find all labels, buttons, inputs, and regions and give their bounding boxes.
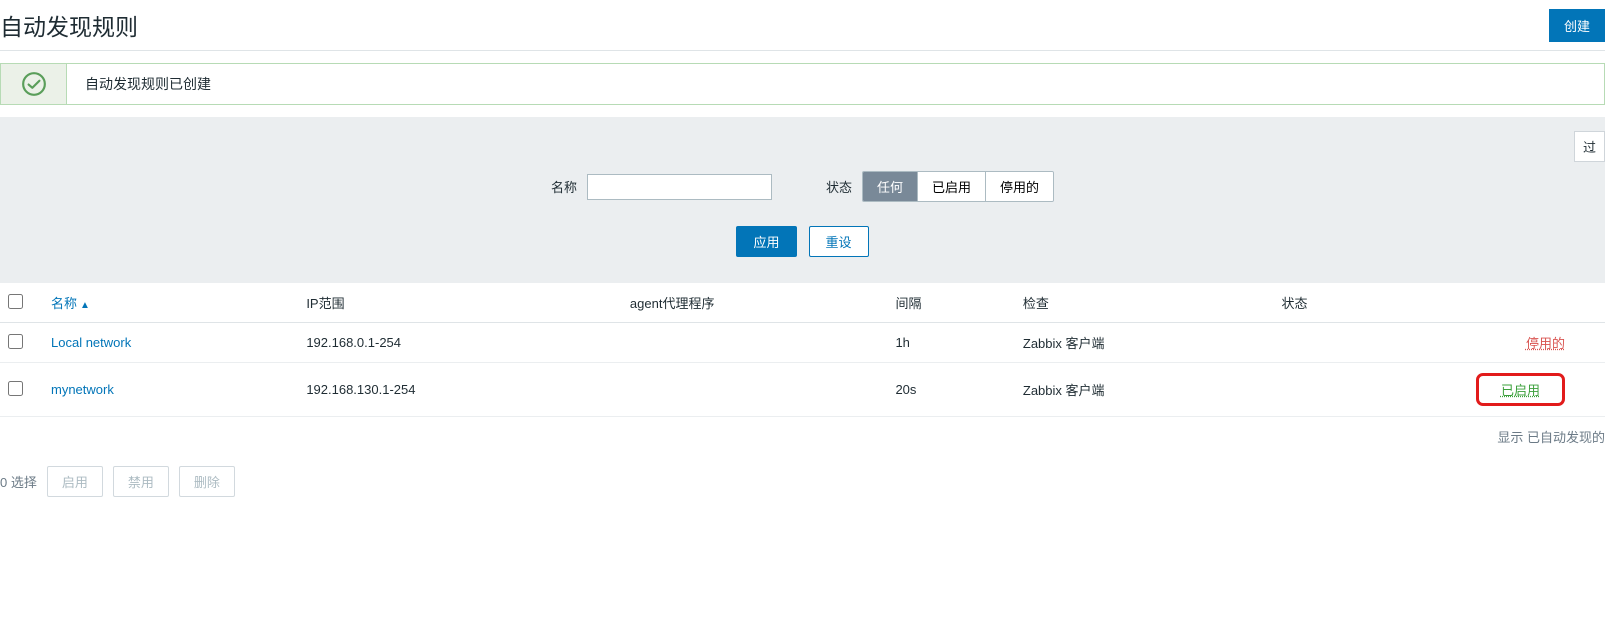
- status-toggle-link[interactable]: 已启用: [1501, 383, 1540, 398]
- cell-check: Zabbix 客户端: [1009, 363, 1268, 417]
- row-checkbox[interactable]: [8, 334, 23, 349]
- create-rule-button[interactable]: 创建: [1549, 9, 1605, 42]
- col-name-header[interactable]: 名称▲: [37, 283, 292, 323]
- col-iprange-header: IP范围: [292, 283, 616, 323]
- status-button-group: 任何 已启用 停用的: [862, 171, 1054, 202]
- cell-interval: 1h: [881, 323, 1008, 363]
- page-title: 自动发现规则: [0, 8, 138, 42]
- bulk-disable-button[interactable]: 禁用: [113, 466, 169, 497]
- filter-name-label: 名称: [551, 177, 577, 196]
- rule-name-link[interactable]: Local network: [51, 335, 131, 350]
- filter-status-label: 状态: [826, 177, 852, 196]
- cell-agent: [616, 323, 882, 363]
- filter-toggle-button[interactable]: 过: [1574, 131, 1605, 162]
- cell-iprange: 192.168.130.1-254: [292, 363, 616, 417]
- display-count-info: 显示 已自动发现的: [0, 417, 1605, 464]
- check-circle-icon: [1, 64, 67, 104]
- status-enabled-button[interactable]: 已启用: [918, 172, 986, 201]
- bulk-delete-button[interactable]: 删除: [179, 466, 235, 497]
- status-any-button[interactable]: 任何: [863, 172, 918, 201]
- success-alert: 自动发现规则已创建: [0, 63, 1605, 105]
- table-row: Local network 192.168.0.1-254 1hZabbix 客户端…: [0, 323, 1605, 363]
- rule-name-link[interactable]: mynetwork: [51, 382, 114, 397]
- cell-check: Zabbix 客户端: [1009, 323, 1268, 363]
- col-agent-header: agent代理程序: [616, 283, 882, 323]
- sort-asc-icon: ▲: [80, 300, 90, 311]
- filter-name-input[interactable]: [587, 174, 772, 200]
- apply-button[interactable]: 应用: [736, 226, 796, 257]
- col-interval-header: 间隔: [881, 283, 1008, 323]
- selected-count: 0 选择: [0, 472, 37, 491]
- rules-table: 名称▲ IP范围 agent代理程序 间隔 检查 状态 Local networ…: [0, 283, 1605, 417]
- bulk-enable-button[interactable]: 启用: [47, 466, 103, 497]
- row-checkbox[interactable]: [8, 381, 23, 396]
- reset-button[interactable]: 重设: [809, 226, 869, 257]
- status-disabled-button[interactable]: 停用的: [986, 172, 1053, 201]
- alert-message: 自动发现规则已创建: [67, 64, 1604, 104]
- cell-agent: [616, 363, 882, 417]
- cell-iprange: 192.168.0.1-254: [292, 323, 616, 363]
- select-all-checkbox[interactable]: [8, 294, 23, 309]
- col-check-header: 检查: [1009, 283, 1268, 323]
- table-row: mynetwork 192.168.130.1-254 20sZabbix 客户端 已…: [0, 363, 1605, 417]
- status-toggle-link[interactable]: 停用的: [1526, 336, 1565, 351]
- cell-interval: 20s: [881, 363, 1008, 417]
- col-status-header: 状态: [1268, 283, 1605, 323]
